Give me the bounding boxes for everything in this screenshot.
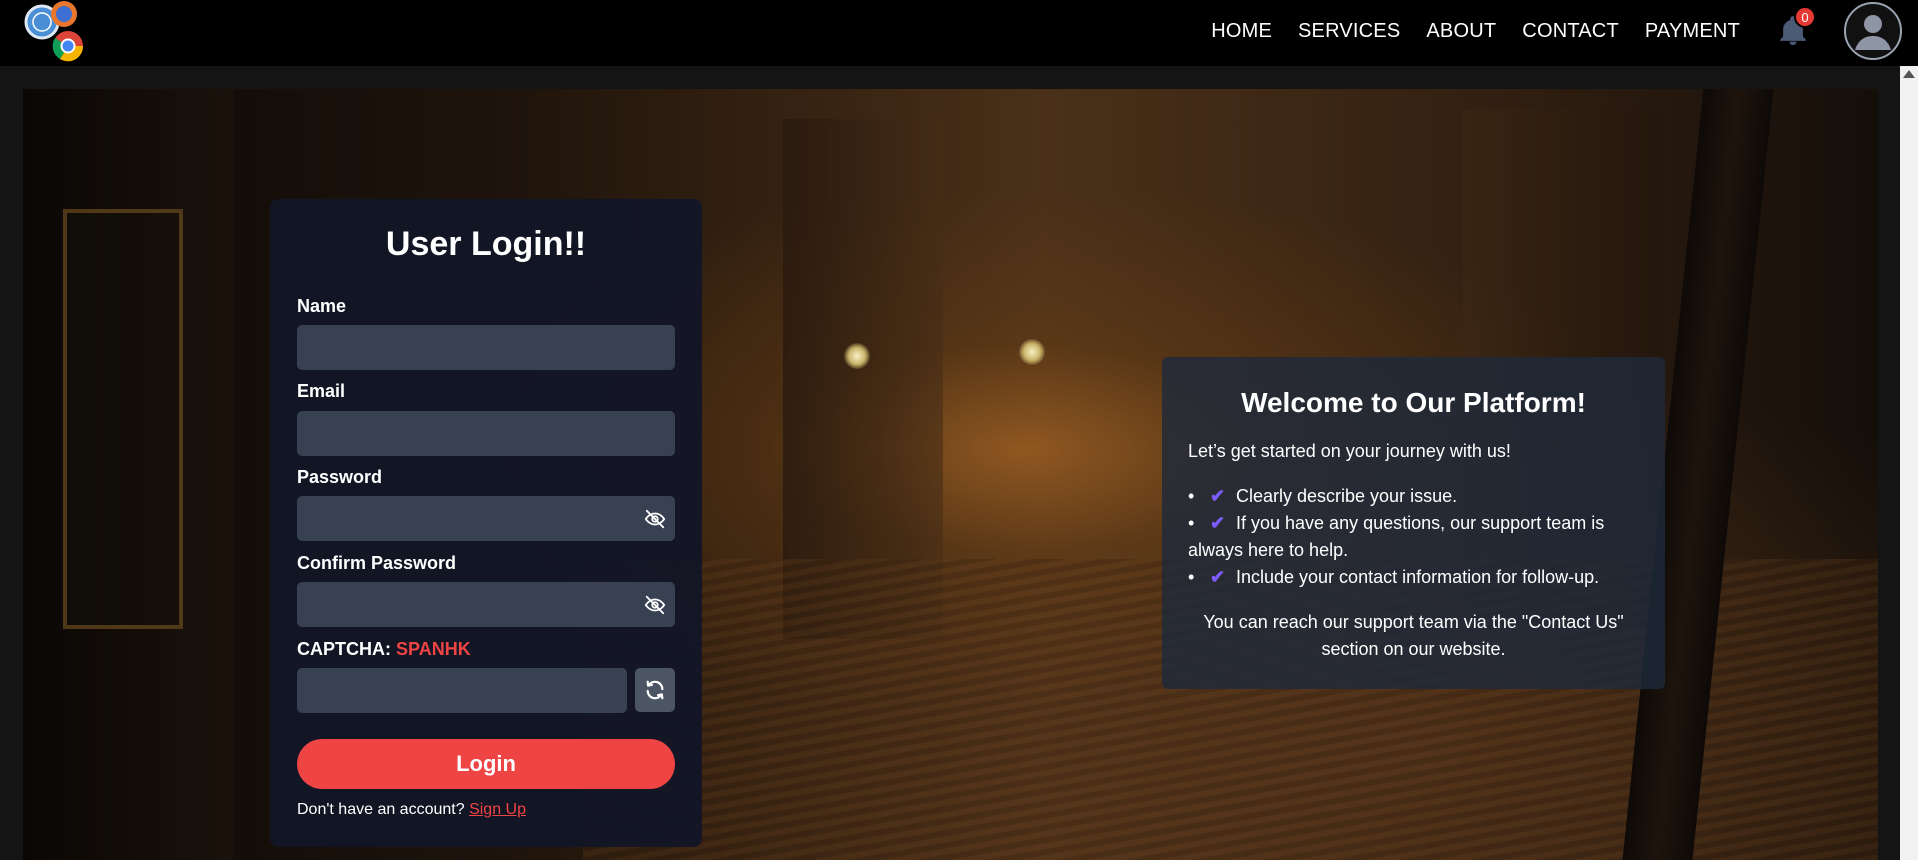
eye-off-icon[interactable] xyxy=(644,594,666,616)
confirm-password-label: Confirm Password xyxy=(297,553,457,573)
welcome-card: Welcome to Our Platform! Let’s get start… xyxy=(1162,357,1665,689)
captcha-input[interactable] xyxy=(297,668,627,713)
nav-contact[interactable]: CONTACT xyxy=(1522,20,1619,43)
captcha-label: CAPTCHA: SPANHK xyxy=(297,639,471,660)
welcome-footer: You can reach our support team via the "… xyxy=(1203,612,1624,659)
top-navbar: HOME SERVICES ABOUT CONTACT PAYMENT 0 xyxy=(0,0,1918,66)
check-icon: ✔ xyxy=(1210,486,1226,506)
captcha-label-text: CAPTCHA: xyxy=(297,639,391,659)
welcome-subtitle: Let’s get started on your journey with u… xyxy=(1188,441,1511,461)
scroll-up-arrow-icon[interactable] xyxy=(1903,70,1915,78)
captcha-refresh-button[interactable] xyxy=(635,668,675,712)
check-icon: ✔ xyxy=(1210,567,1226,587)
signup-link[interactable]: Sign Up xyxy=(469,801,526,818)
email-input[interactable] xyxy=(297,411,675,456)
signup-row: Don't have an account? Sign Up xyxy=(297,801,526,819)
nav-payment[interactable]: PAYMENT xyxy=(1645,20,1740,43)
name-input[interactable] xyxy=(297,325,675,370)
login-button[interactable]: Login xyxy=(297,739,675,789)
main-nav: HOME SERVICES ABOUT CONTACT PAYMENT xyxy=(1211,0,1740,62)
list-item: • ✔ Clearly describe your issue. xyxy=(1188,483,1648,510)
browser-logo-icon[interactable] xyxy=(20,0,90,64)
welcome-list: • ✔ Clearly describe your issue. • ✔ If you … xyxy=(1188,483,1648,591)
nav-home[interactable]: HOME xyxy=(1211,20,1272,43)
nav-about[interactable]: ABOUT xyxy=(1426,20,1496,43)
nav-services[interactable]: SERVICES xyxy=(1298,20,1400,43)
user-avatar-icon[interactable] xyxy=(1844,2,1902,60)
email-label: Email xyxy=(297,381,346,401)
eye-off-icon[interactable] xyxy=(644,508,666,530)
list-item: • ✔ If you have any questions, our support… xyxy=(1188,510,1648,564)
refresh-icon xyxy=(646,680,664,700)
password-label: Password xyxy=(297,467,383,487)
name-label: Name xyxy=(297,296,347,316)
page-scrollbar[interactable] xyxy=(1900,66,1918,860)
confirm-password-input[interactable] xyxy=(297,582,675,627)
check-icon: ✔ xyxy=(1210,513,1226,533)
password-input[interactable] xyxy=(297,496,675,541)
welcome-title: Welcome to Our Platform! xyxy=(1241,387,1586,418)
notification-badge: 0 xyxy=(1794,6,1816,28)
captcha-code: SPANHK xyxy=(396,639,471,659)
login-title: User Login!! xyxy=(385,225,587,263)
login-card: User Login!! Name Email Password Confirm… xyxy=(270,199,702,847)
signup-prompt: Don't have an account? xyxy=(297,801,465,818)
list-item: • ✔ Include your contact information for f… xyxy=(1188,564,1648,591)
